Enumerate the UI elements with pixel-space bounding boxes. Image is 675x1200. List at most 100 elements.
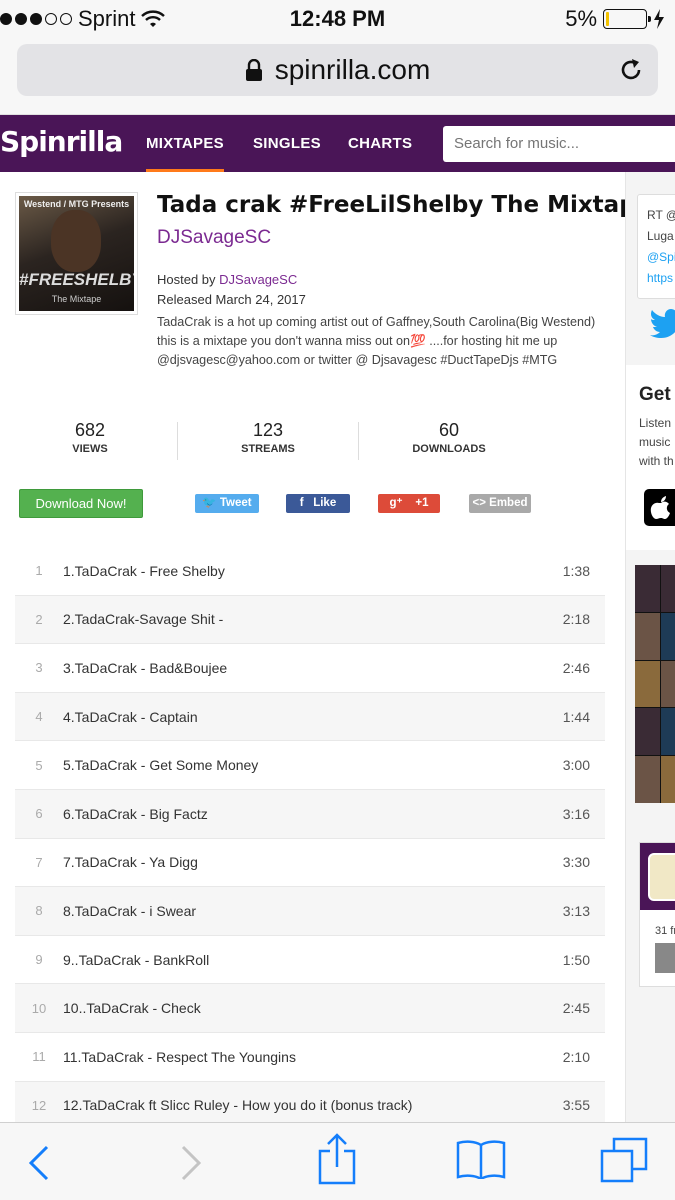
cover-thumbnails-grid[interactable] <box>635 565 675 803</box>
promo-line: with th <box>639 454 674 468</box>
nav-mixtapes[interactable]: MIXTAPES <box>146 115 224 172</box>
artist-link[interactable]: DJSavageSC <box>157 227 271 249</box>
track-row[interactable]: 3 3.TaDaCrak - Bad&Boujee 2:46 <box>15 644 605 693</box>
address-bar[interactable]: spinrilla.com <box>17 44 658 96</box>
track-row[interactable]: 1 1.TaDaCrak - Free Shelby 1:38 <box>15 547 605 596</box>
plus-label: +1 <box>415 497 429 509</box>
track-duration: 2:10 <box>562 1048 590 1065</box>
stat-downloads: 60 DOWNLOADS <box>359 420 539 455</box>
track-title: 4.TaDaCrak - Captain <box>63 708 198 725</box>
battery-status: 5% <box>565 6 665 32</box>
google-plus-button[interactable]: g⁺ +1 <box>378 494 440 513</box>
tweet-button[interactable]: 🐦 Tweet <box>195 494 259 513</box>
track-number: 5 <box>35 757 43 773</box>
track-row[interactable]: 9 9..TaDaCrak - BankRoll 1:50 <box>15 936 605 985</box>
url-text: spinrilla.com <box>274 54 431 85</box>
track-row[interactable]: 4 4.TaDaCrak - Captain 1:44 <box>15 692 605 742</box>
status-bar: Sprint 12:48 PM 5% <box>0 0 675 38</box>
cover-sub-text: The Mixtape <box>51 294 102 304</box>
promo-line: music <box>639 435 671 449</box>
facebook-page-widget[interactable]: 31 fr <box>639 842 675 987</box>
lock-icon <box>245 59 262 81</box>
stats-row: 682 VIEWS 123 STREAMS 60 DOWNLOADS <box>0 420 540 462</box>
host-link[interactable]: DJSavageSC <box>219 272 297 287</box>
track-number: 2 <box>35 611 43 627</box>
tweet-line: https <box>647 271 674 285</box>
fb-friend-thumb <box>655 943 675 973</box>
track-title: 3.TaDaCrak - Bad&Boujee <box>63 659 228 676</box>
charging-bolt-icon <box>654 9 664 29</box>
stat-label: STREAMS <box>241 443 295 455</box>
release-date: Released March 24, 2017 <box>157 292 306 307</box>
stat-streams: 123 STREAMS <box>178 420 358 455</box>
track-row[interactable]: 6 6.TaDaCrak - Big Factz 3:16 <box>15 789 605 839</box>
mixtape-page: Westend / MTG Presents #FREESHELBY The M… <box>0 172 625 1122</box>
track-duration: 3:30 <box>562 854 590 871</box>
track-title: 12.TaDaCrak ft Slicc Ruley - How you do … <box>63 1097 413 1114</box>
track-duration: 1:50 <box>562 951 590 968</box>
twitter-feed[interactable]: RT @ Luga @Spi https <box>637 194 675 299</box>
google-plus-icon: g⁺ <box>389 497 403 509</box>
track-number: 12 <box>31 1097 47 1113</box>
share-icon[interactable] <box>318 1133 356 1185</box>
track-duration: 3:16 <box>562 805 590 822</box>
twitter-icon[interactable] <box>650 309 675 339</box>
mixtape-title: Tada crak #FreeLilShelby The Mixtape <box>157 192 625 218</box>
search-input[interactable] <box>443 126 675 162</box>
tweet-line: RT @ <box>647 208 675 222</box>
track-number: 9 <box>35 952 43 968</box>
track-row[interactable]: 12 12.TaDaCrak ft Slicc Ruley - How you d… <box>15 1081 605 1122</box>
apple-icon <box>650 496 670 519</box>
spinrilla-logo[interactable]: Spinrilla <box>0 125 123 158</box>
track-row[interactable]: 7 7.TaDaCrak - Ya Digg 3:30 <box>15 839 605 888</box>
nav-charts[interactable]: CHARTS <box>348 115 412 172</box>
tabs-icon[interactable] <box>600 1137 648 1183</box>
track-title: 10..TaDaCrak - Check <box>63 1000 201 1017</box>
stat-views: 682 VIEWS <box>0 420 180 455</box>
track-duration: 3:55 <box>562 1097 590 1114</box>
book-icon[interactable] <box>456 1139 506 1179</box>
fb-avatar <box>648 853 675 901</box>
track-duration: 2:45 <box>562 1000 590 1017</box>
track-title: 6.TaDaCrak - Big Factz <box>63 805 208 822</box>
track-row[interactable]: 2 2.TadaCrak-Savage Shit - 2:18 <box>15 595 605 645</box>
track-duration: 1:44 <box>562 708 590 725</box>
track-number: 3 <box>35 660 43 676</box>
app-store-button[interactable] <box>644 489 675 526</box>
track-duration: 2:18 <box>562 611 590 628</box>
fb-friend-count: 31 fr <box>655 925 675 937</box>
track-number: 4 <box>35 709 43 725</box>
cover-art: Westend / MTG Presents #FREESHELBY The M… <box>19 196 134 311</box>
battery-percent: 5% <box>565 6 597 31</box>
stat-value: 682 <box>74 420 106 440</box>
chevron-right-icon[interactable] <box>180 1145 202 1181</box>
nav-singles[interactable]: SINGLES <box>253 115 321 172</box>
stat-value: 123 <box>252 420 284 440</box>
track-number: 10 <box>31 1000 47 1016</box>
stat-label: DOWNLOADS <box>412 443 486 455</box>
track-row[interactable]: 10 10..TaDaCrak - Check 2:45 <box>15 984 605 1033</box>
site-navbar: Spinrilla MIXTAPES SINGLES CHARTS <box>0 115 675 172</box>
track-row[interactable]: 8 8.TaDaCrak - i Swear 3:13 <box>15 887 605 936</box>
track-number: 7 <box>35 854 43 870</box>
hosted-label: Hosted by <box>157 272 216 287</box>
track-row[interactable]: 5 5.TaDaCrak - Get Some Money 3:00 <box>15 741 605 790</box>
reload-icon[interactable] <box>618 57 644 83</box>
facebook-like-button[interactable]: f Like <box>286 494 350 513</box>
track-title: 5.TaDaCrak - Get Some Money <box>63 757 259 774</box>
track-row[interactable]: 11 11.TaDaCrak - Respect The Youngins 2:10 <box>15 1033 605 1082</box>
track-title: 2.TadaCrak-Savage Shit - <box>63 611 224 628</box>
safari-toolbar <box>0 1122 675 1200</box>
tweet-line: Luga <box>647 229 674 243</box>
download-button[interactable]: Download Now! <box>19 489 143 518</box>
twitter-bird-icon: 🐦 <box>202 497 217 509</box>
facebook-icon: f <box>299 497 304 509</box>
app-promo-title: Get <box>639 384 671 405</box>
embed-button[interactable]: <> Embed <box>469 494 531 513</box>
track-title: 7.TaDaCrak - Ya Digg <box>63 854 198 871</box>
like-label: Like <box>313 497 337 509</box>
mixtape-cover[interactable]: Westend / MTG Presents #FREESHELBY The M… <box>15 192 138 315</box>
chevron-left-icon[interactable] <box>28 1145 50 1181</box>
app-promo-text: Listen music with th <box>639 414 674 471</box>
stat-label: VIEWS <box>72 443 108 455</box>
